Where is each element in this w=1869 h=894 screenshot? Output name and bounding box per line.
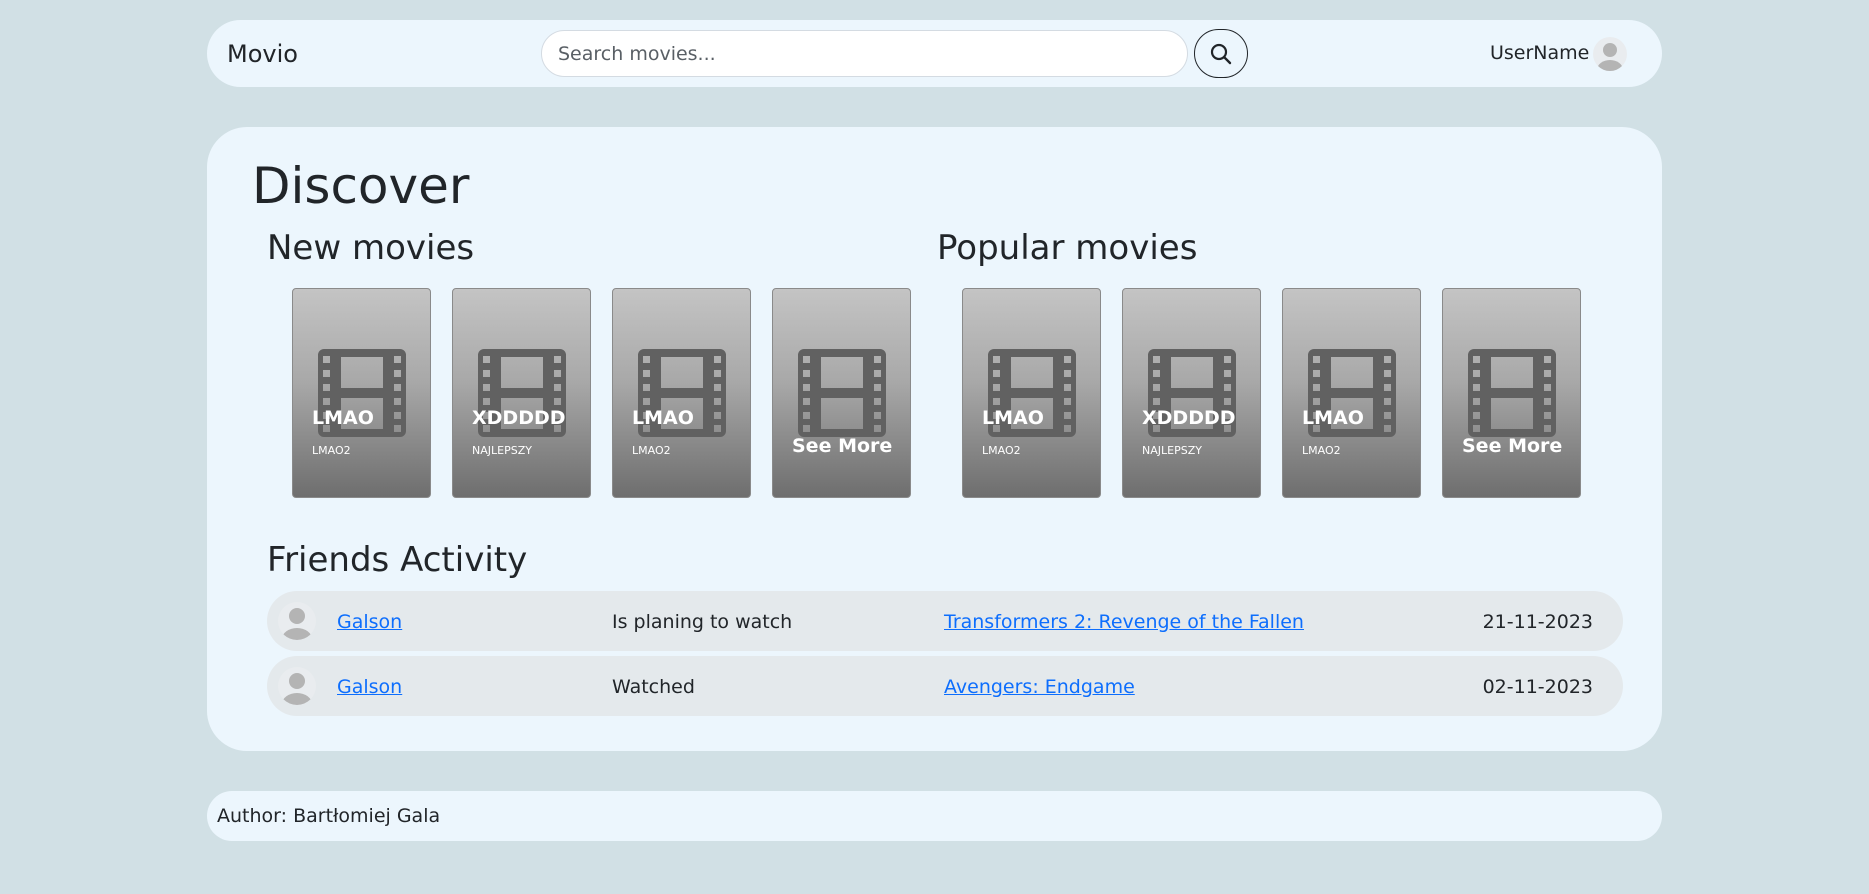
movie-link[interactable]: Transformers 2: Revenge of the Fallen xyxy=(944,611,1304,633)
movie-card-title: XDDDDD xyxy=(472,407,566,429)
movie-card[interactable]: XDDDDD NAJLEPSZY xyxy=(452,288,591,498)
navbar: Movio UserName xyxy=(207,20,1662,87)
friend-avatar xyxy=(278,667,316,705)
search-icon xyxy=(1210,43,1232,64)
movie-card-subtitle: LMAO2 xyxy=(312,444,351,457)
activity-date: 21-11-2023 xyxy=(1482,611,1593,633)
activity-action: Watched xyxy=(612,676,695,698)
popular-movies-heading: Popular movies xyxy=(937,228,1198,268)
movie-card-title: LMAO xyxy=(1302,407,1364,429)
movie-card-subtitle: NAJLEPSZY xyxy=(1142,444,1202,457)
movie-card[interactable]: LMAO LMAO2 xyxy=(612,288,751,498)
movie-card-subtitle: NAJLEPSZY xyxy=(472,444,532,457)
username-link[interactable]: UserName xyxy=(1490,42,1589,64)
film-icon xyxy=(798,349,886,437)
discover-panel: Discover New movies Popular movies LMAO … xyxy=(207,127,1662,751)
friend-avatar xyxy=(278,602,316,640)
footer-author: Author: Bartłomiej Gala xyxy=(217,805,441,827)
friend-name-link[interactable]: Galson xyxy=(337,676,402,698)
movie-card[interactable]: XDDDDD NAJLEPSZY xyxy=(1122,288,1261,498)
movie-link[interactable]: Avengers: Endgame xyxy=(944,676,1135,698)
movie-card-title: LMAO xyxy=(632,407,694,429)
person-avatar-icon xyxy=(282,608,312,640)
new-movies-heading: New movies xyxy=(267,228,475,268)
search-button[interactable] xyxy=(1194,29,1248,78)
see-more-label: See More xyxy=(1462,435,1563,457)
activity-row: Galson Watched Avengers: Endgame 02-11-2… xyxy=(267,656,1623,716)
friends-activity-heading: Friends Activity xyxy=(267,540,528,580)
brand-logo[interactable]: Movio xyxy=(227,40,298,68)
movie-card-title: LMAO xyxy=(982,407,1044,429)
movie-card[interactable]: LMAO LMAO2 xyxy=(292,288,431,498)
movie-card-title: XDDDDD xyxy=(1142,407,1236,429)
activity-action: Is planing to watch xyxy=(612,611,793,633)
movie-card-subtitle: LMAO2 xyxy=(982,444,1021,457)
movie-card[interactable]: LMAO LMAO2 xyxy=(1282,288,1421,498)
activity-row: Galson Is planing to watch Transformers … xyxy=(267,591,1623,651)
movie-card-subtitle: LMAO2 xyxy=(632,444,671,457)
page-title: Discover xyxy=(252,157,470,215)
see-more-label: See More xyxy=(792,435,893,457)
friend-name-link[interactable]: Galson xyxy=(337,611,402,633)
see-more-popular-card[interactable]: See More xyxy=(1442,288,1581,498)
user-avatar[interactable] xyxy=(1593,37,1627,71)
film-icon xyxy=(1468,349,1556,437)
person-avatar-icon xyxy=(282,673,312,705)
search-input[interactable] xyxy=(541,30,1188,77)
movie-card-subtitle: LMAO2 xyxy=(1302,444,1341,457)
activity-date: 02-11-2023 xyxy=(1482,676,1593,698)
person-avatar-icon xyxy=(1597,43,1623,71)
movie-card-title: LMAO xyxy=(312,407,374,429)
movie-card[interactable]: LMAO LMAO2 xyxy=(962,288,1101,498)
footer: Author: Bartłomiej Gala xyxy=(207,791,1662,841)
see-more-new-card[interactable]: See More xyxy=(772,288,911,498)
